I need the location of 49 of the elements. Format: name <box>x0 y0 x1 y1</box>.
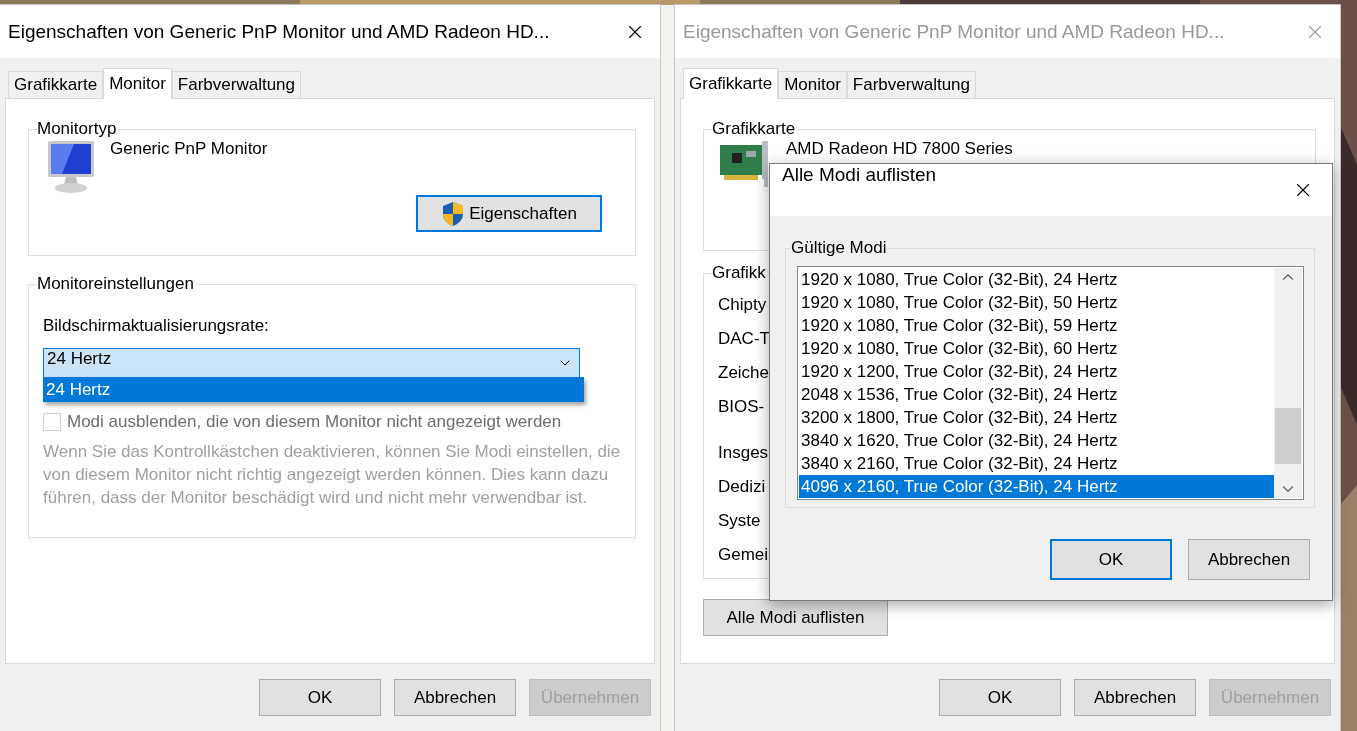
mode-item[interactable]: 4096 x 2160, True Color (32-Bit), 24 Hertz <box>799 475 1274 498</box>
mode-item[interactable]: 1920 x 1080, True Color (32-Bit), 60 Hertz <box>799 337 1274 360</box>
properties-button[interactable]: Eigenschaften <box>416 195 602 232</box>
adapter-name: AMD Radeon HD 7800 Series <box>786 139 1013 159</box>
info-label: Zeiche <box>718 363 770 383</box>
group-heading: Gültige Modi <box>791 238 888 258</box>
monitor-name: Generic PnP Monitor <box>110 139 268 159</box>
info-label: DAC-T <box>718 329 770 349</box>
scroll-thumb[interactable] <box>1275 408 1301 464</box>
group-heading: Monitoreinstellungen <box>37 274 195 294</box>
mode-item[interactable]: 3840 x 1620, True Color (32-Bit), 24 Hertz <box>799 429 1274 452</box>
tab[interactable]: Farbverwaltung <box>846 71 976 98</box>
mode-item[interactable]: 1920 x 1080, True Color (32-Bit), 24 Hertz <box>799 268 1274 291</box>
dialog-button[interactable]: OK <box>939 679 1061 716</box>
mode-item[interactable]: 1920 x 1200, True Color (32-Bit), 24 Hertz <box>799 360 1274 383</box>
group-heading: Grafikk <box>712 263 767 283</box>
list-modes-button[interactable]: Alle Modi auflisten <box>703 599 888 636</box>
warning-text: Wenn Sie das Kontrollkästchen deaktivieren, können Sie Modi einstellen, die von diesem Monitor nicht richtig angezeigt werden können. Dies kann dazu führen, dass der Monitor beschädigt wird und nicht mehr verwendbar ist. <box>43 441 622 509</box>
scrollbar[interactable] <box>1274 268 1302 498</box>
window-title: Eigenschaften von Generic PnP Monitor und AMD Radeon HD... <box>683 20 1226 43</box>
shield-icon <box>441 200 466 227</box>
group-heading: Monitortyp <box>37 119 118 139</box>
mode-item[interactable]: 3200 x 1800, True Color (32-Bit), 24 Hertz <box>799 406 1274 429</box>
info-label: Dedizi <box>718 477 766 497</box>
mode-item[interactable]: 1920 x 1080, True Color (32-Bit), 50 Hertz <box>799 291 1274 314</box>
mode-item[interactable]: 3840 x 2160, True Color (32-Bit), 24 Hertz <box>799 452 1274 475</box>
modal-title: Alle Modi auflisten <box>782 164 937 186</box>
field-label: Bildschirmaktualisierungsrate: <box>43 316 269 335</box>
dialog-button[interactable]: Abbrechen <box>394 679 516 716</box>
info-label: Insges <box>718 443 769 463</box>
dialog-button[interactable]: Abbrechen <box>1074 679 1196 716</box>
modal-button[interactable]: OK <box>1050 539 1172 580</box>
dialog-button[interactable]: OK <box>259 679 381 716</box>
dropdown-option[interactable]: 24 Hertz <box>44 378 583 401</box>
tab[interactable]: Monitor <box>103 68 172 99</box>
tab[interactable]: Farbverwaltung <box>171 71 301 98</box>
window-title: Eigenschaften von Generic PnP Monitor und AMD Radeon HD... <box>8 20 551 43</box>
tab[interactable]: Grafikkarte <box>683 68 779 99</box>
info-label: BIOS- <box>718 397 765 417</box>
tab[interactable]: Monitor <box>778 71 847 98</box>
mode-item[interactable]: 2048 x 1536, True Color (32-Bit), 24 Hertz <box>799 383 1274 406</box>
info-label: Syste <box>718 511 761 531</box>
info-label: Chipty <box>718 295 767 315</box>
group-heading: Grafikkarte <box>712 119 797 139</box>
info-label: Gemei <box>718 545 769 565</box>
mode-item[interactable]: 1920 x 1080, True Color (32-Bit), 59 Hertz <box>799 314 1274 337</box>
modal-button[interactable]: Abbrechen <box>1188 539 1310 580</box>
checkbox-label: Modi ausblenden, die von diesem Monitor nicht angezeigt werden <box>67 412 562 432</box>
tab[interactable]: Grafikkarte <box>8 71 104 98</box>
